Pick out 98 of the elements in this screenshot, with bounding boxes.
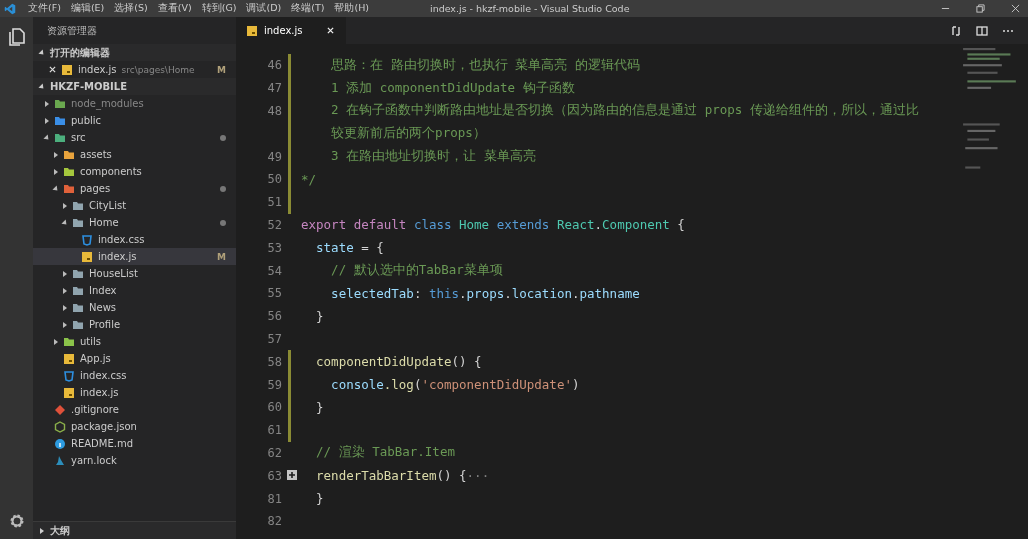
line-number: 82 (266, 514, 282, 529)
line-number: 62 (266, 445, 282, 460)
section-title: HKZF-MOBILE (50, 81, 128, 92)
split-editor-icon[interactable] (976, 24, 988, 37)
info-icon (54, 437, 66, 450)
window-title: index.js - hkzf-mobile - Visual Studio Code (430, 3, 630, 14)
tree-item[interactable]: Home (33, 214, 236, 231)
hexagon-icon (54, 420, 66, 433)
line-number: 47 (266, 81, 282, 96)
code-line: */ (301, 171, 317, 187)
menu-item[interactable]: 查看(V) (157, 2, 192, 15)
tree-item[interactable]: components (33, 163, 236, 180)
close-icon[interactable] (49, 66, 56, 73)
line-number: 51 (266, 195, 282, 210)
code-line: } (315, 491, 324, 507)
code-line: 1 添加 componentDidUpdate 钩子函数 (330, 79, 575, 97)
code-line: console.log('componentDidUpdate') (330, 377, 580, 393)
tree-item[interactable]: index.js (33, 384, 236, 401)
code-line: 较更新前后的两个props） (330, 125, 486, 143)
line-number: 61 (266, 423, 282, 438)
line-number: 50 (266, 172, 282, 187)
line-number: 53 (266, 240, 282, 255)
line-number: 46 (266, 58, 282, 73)
line-number: 55 (266, 286, 282, 301)
line-number: 49 (266, 149, 282, 164)
section-header[interactable]: 大纲 (33, 521, 236, 539)
section-title: 大纲 (50, 523, 70, 538)
js-file-icon (81, 250, 93, 263)
code-line: renderTabBarItem() {··· (315, 468, 490, 484)
tree-item[interactable]: .gitignore (33, 401, 236, 418)
js-file-icon (246, 24, 258, 37)
line-number: 54 (266, 263, 282, 278)
line-number: 52 (266, 217, 282, 232)
js-file-icon (63, 352, 75, 365)
tree-item[interactable]: public (33, 112, 236, 129)
vscode-logo-icon (4, 2, 16, 15)
line-number: 58 (266, 354, 282, 369)
tree-item[interactable]: HouseList (33, 265, 236, 282)
code-line: // 默认选中的TabBar菜单项 (330, 262, 503, 280)
code-line: // 渲染 TabBar.Item (315, 444, 455, 462)
tree-item[interactable]: index.css (33, 367, 236, 384)
open-editor-item[interactable]: index.js src\pages\Home M (33, 61, 236, 78)
menu-item[interactable]: 终端(T) (291, 2, 325, 15)
files-icon[interactable] (6, 27, 27, 47)
tree-item[interactable]: News (33, 299, 236, 316)
code-line: 2 在钩子函数中判断路由地址是否切换（因为路由的信息是通过 props 传递给组件的，所以，通过比 (330, 102, 919, 120)
tree-item[interactable]: index.js M (33, 248, 236, 265)
code-line: export default class Home extends React.Component { (301, 217, 685, 233)
menu-item[interactable]: 转到(G) (201, 2, 237, 15)
menu-item[interactable]: 帮助(H) (334, 2, 369, 15)
tree-item[interactable]: src (33, 129, 236, 146)
line-number: 56 (266, 309, 282, 324)
code-line: componentDidUpdate() { (315, 354, 482, 370)
code-line: } (315, 308, 324, 324)
line-number: 63 (266, 468, 282, 483)
tree-item[interactable]: assets (33, 146, 236, 163)
sidebar-title: 资源管理器 (46, 24, 98, 38)
diamond-icon (54, 403, 66, 416)
tree-item[interactable]: utils (33, 333, 236, 350)
tree-item[interactable]: node_modules (33, 95, 236, 112)
code-line: 思路：在 路由切换时，也执行 菜单高亮 的逻辑代码 (330, 56, 640, 74)
tree-item[interactable]: pages (33, 180, 236, 197)
sync-icon[interactable] (950, 24, 962, 37)
line-number: 48 (266, 104, 282, 118)
css-file-icon (81, 233, 93, 246)
restore-icon[interactable] (976, 4, 985, 13)
tree-item[interactable]: index.css (33, 231, 236, 248)
line-number: 60 (266, 400, 282, 415)
js-file-icon (63, 386, 75, 399)
js-file-icon (61, 63, 73, 76)
modified-dot (220, 185, 226, 192)
menu-item[interactable]: 编辑(E) (70, 2, 105, 15)
modified-dot (220, 219, 226, 226)
tree-item[interactable]: README.md (33, 435, 236, 452)
expand-icon[interactable] (287, 470, 297, 481)
line-number: 81 (266, 491, 282, 506)
editor-tab[interactable]: index.js (236, 17, 346, 44)
tree-item[interactable]: Profile (33, 316, 236, 333)
code-line: state = { (315, 240, 384, 256)
line-number: 57 (266, 331, 282, 346)
menu-item[interactable]: 调试(D) (246, 2, 282, 15)
tree-item[interactable]: yarn.lock (33, 452, 236, 469)
css-file-icon (63, 369, 75, 382)
modified-dot (220, 134, 226, 141)
code-line: } (315, 399, 324, 415)
section-title: 打开的编辑器 (50, 45, 110, 60)
code-line: 3 在路由地址切换时，让 菜单高亮 (330, 148, 536, 166)
close-icon[interactable] (1011, 4, 1020, 13)
tree-item[interactable]: Index (33, 282, 236, 299)
tree-item[interactable]: package.json (33, 418, 236, 435)
code-line: selectedTab: this.props.location.pathname (330, 285, 640, 301)
tree-item[interactable]: CityList (33, 197, 236, 214)
menu-item[interactable]: 文件(F) (28, 2, 61, 15)
section-header[interactable]: 打开的编辑器 (33, 44, 236, 61)
tree-item[interactable]: App.js (33, 350, 236, 367)
menu-item[interactable]: 选择(S) (114, 2, 148, 15)
line-number: 59 (266, 377, 282, 392)
section-header[interactable]: HKZF-MOBILE (33, 78, 236, 95)
